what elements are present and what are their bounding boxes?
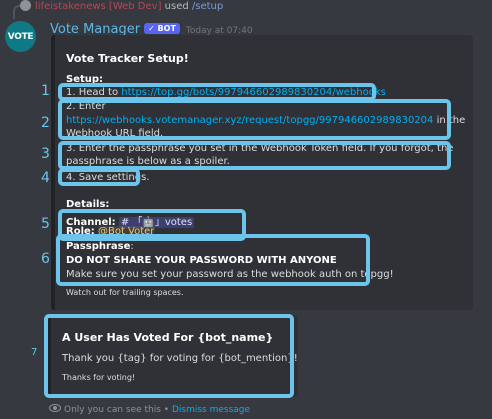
eye-icon	[49, 404, 61, 412]
embed-title: Vote Tracker Setup!	[66, 52, 189, 65]
annotation-number-4: 4	[41, 170, 50, 186]
annotation-number-6: 6	[41, 251, 50, 267]
dismiss-message-link[interactable]: Dismiss message	[172, 405, 250, 415]
annotation-number-1: 1	[41, 83, 50, 99]
bot-badge: ✓ BOT	[144, 23, 180, 34]
annotation-number-3: 3	[41, 146, 50, 162]
reply-avatar[interactable]	[20, 0, 31, 11]
annotation-box-6	[56, 234, 370, 286]
annotation-box-3	[58, 141, 451, 170]
annotation-number-2: 2	[41, 115, 50, 131]
annotation-number-7: 7	[31, 347, 38, 358]
reply-username[interactable]: lifeistakenews [Web Dev]	[35, 1, 161, 12]
ephemeral-notice: Only you can see this • Dismiss message	[49, 404, 250, 415]
reply-command[interactable]: /setup	[192, 1, 223, 12]
ephemeral-text: Only you can see this •	[64, 405, 172, 415]
annotation-box-2	[58, 99, 451, 140]
reply-reference[interactable]: lifeistakenews [Web Dev] used /setup	[20, 0, 223, 12]
reply-action: used	[164, 1, 189, 12]
embed-footer: Watch out for trailing spaces.	[66, 288, 184, 297]
avatar-logo-text: VOTE	[7, 31, 34, 42]
annotation-box-4	[58, 168, 140, 186]
bot-avatar[interactable]: VOTE	[5, 21, 36, 52]
annotation-box-7	[44, 314, 294, 398]
annotation-number-5: 5	[41, 216, 50, 232]
